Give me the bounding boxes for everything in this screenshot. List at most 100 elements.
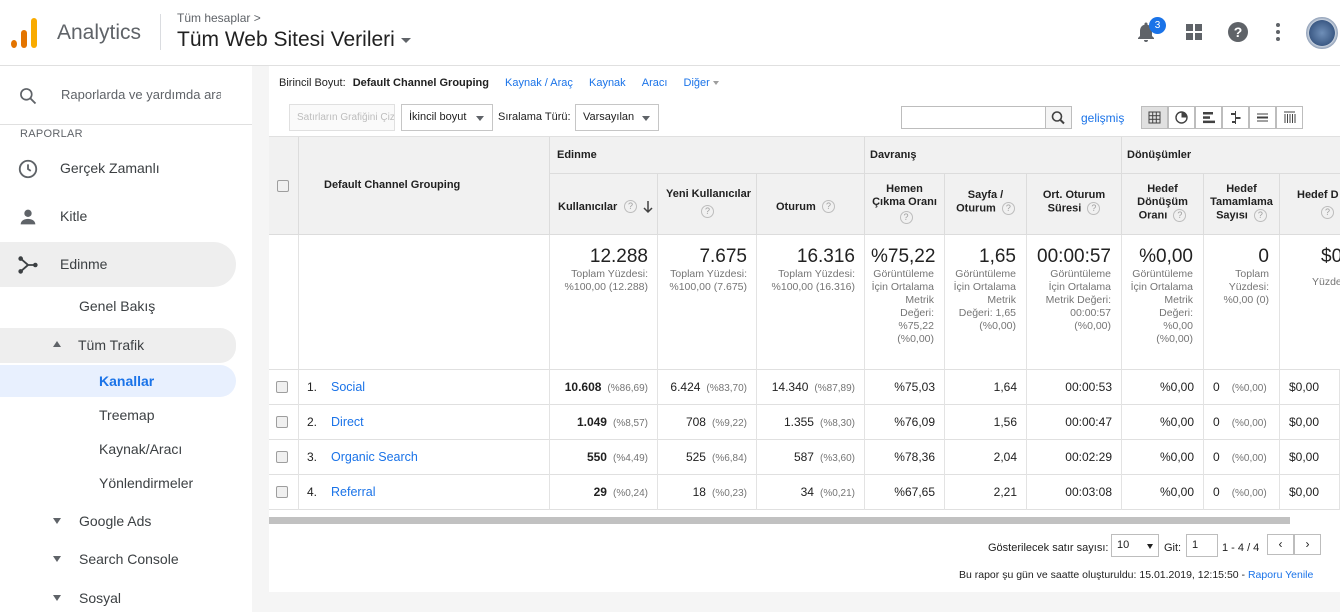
column-header-goal-completions[interactable]: Hedef Tamamlama Sayısı ? [1204,174,1280,235]
bar-chart-icon [1203,112,1215,124]
rows-per-page-select[interactable]: 10 [1111,534,1159,557]
sidebar-item-google-ads[interactable]: Google Ads [0,505,236,537]
channel-link[interactable]: Referral [331,485,375,499]
row-checkbox[interactable] [276,416,288,428]
analytics-logo-icon[interactable] [11,18,39,48]
column-header-avg-session[interactable]: Ort. Oturum Süresi ? [1027,174,1122,235]
horizontal-scrollbar[interactable] [269,517,1290,524]
search-icon [20,88,37,105]
sidebar-item-source-medium[interactable]: Kaynak/Aracı [0,433,236,465]
plot-rows-button[interactable]: Satırların Grafiğini Çiz [289,104,395,131]
avatar[interactable] [1306,17,1338,49]
metric-cell: 1,56 [945,405,1027,440]
sort-type-select[interactable]: Varsayılan [575,104,659,131]
primary-dimension-label: Birincil Boyut: [279,77,346,89]
sidebar-item-all-traffic[interactable]: Tüm Trafik [0,328,236,363]
sidebar-item-overview[interactable]: Genel Bakış [0,290,236,322]
pivot-view-button[interactable] [1276,106,1303,129]
expand-arrow-icon [53,595,61,601]
breadcrumb-label[interactable]: Tüm hesaplar [177,11,250,25]
metric-value: %0,00 [1159,485,1194,499]
sidebar-search[interactable]: Raporlarda ve yardımda ara [0,66,252,125]
help-icon[interactable]: ? [701,205,714,218]
chevron-down-icon [476,116,484,121]
sidebar-item-treemap[interactable]: Treemap [0,399,236,431]
search-placeholder[interactable]: Raporlarda ve yardımda ara [61,87,221,102]
bar-view-button[interactable] [1195,106,1222,129]
dimension-link-other[interactable]: Diğer [684,77,719,89]
row-checkbox-cell [269,475,299,510]
channel-link[interactable]: Direct [331,415,364,429]
column-header-sessions[interactable]: Oturum ? [757,174,865,235]
goto-page-input[interactable]: 1 [1186,534,1218,557]
next-page-button[interactable]: › [1294,534,1321,555]
sidebar-item-referrals[interactable]: Yönlendirmeler [0,467,236,499]
table-row: 3. Organic Search 550 (%4,49) 525 (%6,84) 587 (… [269,440,1340,475]
dimension-link-source[interactable]: Kaynak [589,77,626,89]
sidebar-item-audience[interactable]: Kitle [0,194,236,239]
sidebar-item-channels[interactable]: Kanallar [0,365,236,397]
metric-cell: 708 (%9,22) [658,405,757,440]
sidebar-item-social[interactable]: Sosyal [0,582,236,614]
help-icon[interactable]: ? [1001,202,1015,215]
row-checkbox[interactable] [276,381,288,393]
table-search-button[interactable] [1045,106,1072,129]
chevron-down-icon [712,81,719,86]
table-view-button[interactable] [1141,106,1168,129]
column-header-pages-per-session[interactable]: Sayfa / Oturum ? [945,174,1027,235]
row-number: 3. [307,450,318,464]
metric-value: $0,00 [1289,380,1320,394]
help-icon[interactable]: ? [1173,209,1187,222]
row-number: 4. [307,485,318,499]
advanced-filter-link[interactable]: gelişmiş [1081,111,1124,125]
dimension-link-source-medium[interactable]: Kaynak / Araç [505,77,573,89]
select-all-checkbox[interactable] [277,180,289,192]
more-vert-icon[interactable] [1266,20,1290,44]
sidebar-item-label: Kanallar [99,373,155,389]
column-label-line: Tamamlama [1210,196,1273,208]
help-icon[interactable]: ? [1321,206,1334,219]
channel-link[interactable]: Social [331,380,365,394]
prev-page-button[interactable]: ‹ [1267,534,1294,555]
app-title[interactable]: Analytics [57,21,141,45]
rows-per-page-value: 10 [1117,539,1130,551]
channel-link[interactable]: Organic Search [331,450,418,464]
help-icon[interactable]: ? [624,200,637,213]
help-icon[interactable]: ? [1087,202,1101,215]
section-label: RAPORLAR [20,128,83,140]
primary-dimension-bar: Birincil Boyut: Default Channel Grouping… [279,77,719,89]
metric-value: %75,03 [894,380,935,394]
metric-value: 00:00:47 [1065,415,1112,429]
help-icon[interactable]: ? [1253,209,1267,222]
dimension-header[interactable]: Default Channel Grouping [299,137,550,235]
sidebar-item-search-console[interactable]: Search Console [0,543,236,575]
metric-value: $0,00 [1289,485,1320,499]
column-header-goal-conversion[interactable]: Hedef Dönüşüm Oranı ? [1122,174,1204,235]
metric-value: 1.355 [783,415,814,429]
help-icon[interactable]: ? [822,200,835,213]
column-header-bounce-rate[interactable]: Hemen Çıkma Oranı ? [865,174,945,235]
comparison-view-button[interactable] [1222,106,1249,129]
table-search-input[interactable] [901,106,1046,129]
dimension-link-medium[interactable]: Aracı [642,77,668,89]
sidebar-item-acquisition[interactable]: Edinme [0,242,236,287]
row-checkbox[interactable] [276,486,288,498]
view-selector[interactable]: Tüm Web Sitesi Verileri [177,28,411,52]
pie-view-button[interactable] [1168,106,1195,129]
metric-cell: 00:00:47 [1027,405,1122,440]
help-icon[interactable]: ? [899,211,913,224]
breadcrumb[interactable]: Tüm hesaplar > [177,11,261,25]
apps-grid-icon[interactable] [1182,20,1206,44]
column-header-goal-value[interactable]: Hedef D ? [1280,174,1340,235]
column-header-new-users[interactable]: Yeni Kullanıcılar ? [658,174,757,235]
help-icon[interactable]: ? [1226,20,1250,44]
term-cloud-view-button[interactable] [1249,106,1276,129]
refresh-report-link[interactable]: Raporu Yenile [1248,569,1313,581]
sidebar-item-realtime[interactable]: Gerçek Zamanlı [0,146,236,191]
metric-value: %78,36 [894,450,935,464]
row-checkbox[interactable] [276,451,288,463]
column-header-users[interactable]: Kullanıcılar ? [550,174,658,235]
metric-value: 0 [1213,415,1220,429]
secondary-dimension-select[interactable]: İkincil boyut [401,104,493,131]
total-value: 12.288 [589,246,648,267]
